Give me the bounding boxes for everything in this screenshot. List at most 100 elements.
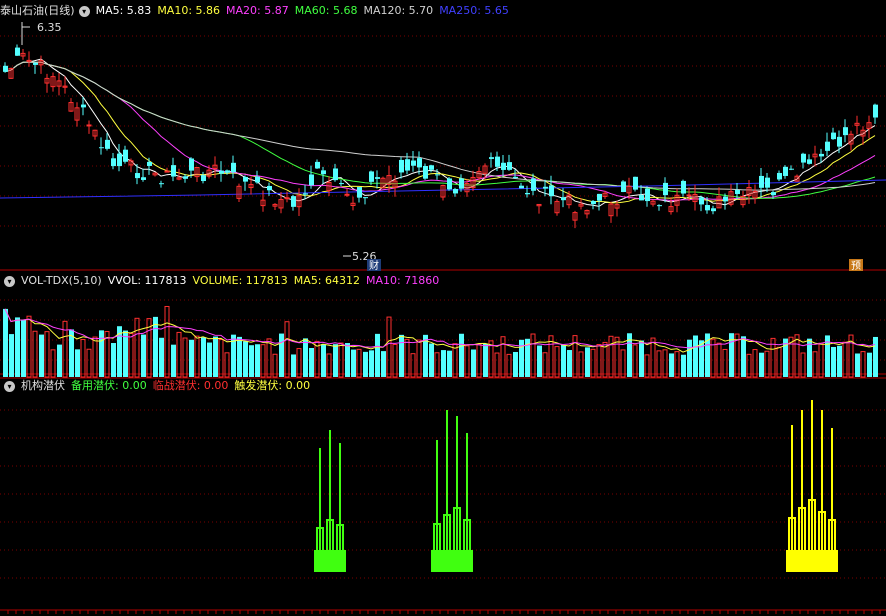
candle-body (525, 192, 530, 195)
candle-body (837, 136, 842, 147)
candle-body (243, 176, 248, 182)
candle-body (705, 205, 710, 211)
volume-bar (218, 339, 224, 378)
candle-body (507, 162, 512, 170)
candle-body (561, 197, 566, 201)
candle-body (633, 176, 638, 190)
volume-bar (9, 334, 14, 377)
candle-body (453, 188, 458, 194)
volume-bar (416, 339, 422, 378)
candle-body (309, 174, 314, 186)
volume-bar (249, 345, 254, 377)
signal-block (431, 550, 473, 572)
volume-bar (669, 353, 674, 377)
volume-bar (596, 343, 602, 378)
volume-bar (92, 336, 98, 378)
candle-body (411, 160, 416, 166)
volume-bar (867, 352, 872, 377)
candle-body (681, 180, 686, 194)
candle-body (819, 153, 824, 157)
volume-bar (464, 345, 470, 378)
volume-bar (194, 335, 200, 378)
volume-bar (375, 333, 380, 377)
volume-bar (260, 344, 266, 378)
volume-bar (578, 351, 584, 378)
volume-bar (513, 351, 518, 377)
volume-bar (75, 349, 80, 377)
volume-bar (333, 344, 338, 377)
volume-bar (255, 344, 260, 377)
candle-body (117, 153, 122, 167)
candle-body (843, 127, 848, 136)
candle-body (369, 171, 374, 182)
volume-bar (213, 336, 218, 377)
candle-body (219, 170, 224, 174)
chart-canvas[interactable]: 6.35 5.26 财 预 (0, 0, 886, 616)
candle-body (591, 200, 596, 205)
candle-body (135, 173, 140, 179)
volume-bar (3, 308, 8, 377)
volume-bar (21, 319, 26, 377)
volume-bar (57, 344, 62, 377)
candle-body (513, 176, 518, 179)
candle-body (531, 178, 536, 191)
candle-body (423, 166, 428, 179)
candle-body (765, 177, 770, 188)
volume-bar (80, 338, 86, 378)
volume-bar (614, 336, 620, 378)
volume-bar (189, 339, 194, 377)
candle-body (789, 168, 794, 170)
candle-body (333, 168, 338, 181)
volume-bar (759, 352, 764, 377)
ma-line (4, 61, 876, 202)
volume-bar (111, 343, 116, 377)
candle-body (519, 185, 524, 189)
candle-body (225, 170, 230, 173)
volume-bar (134, 317, 140, 378)
candle-body (459, 178, 464, 189)
volume-bar (237, 336, 242, 377)
volume-bar (483, 343, 488, 377)
candle-body (735, 190, 740, 195)
volume-bar (567, 350, 572, 377)
volume-bar (99, 330, 104, 377)
candle-body (255, 176, 260, 183)
volume-bar (345, 343, 350, 377)
finance-marker[interactable]: 财 (369, 259, 379, 272)
candle-body (231, 162, 236, 173)
volume-bar (404, 338, 410, 378)
candle-body (357, 187, 362, 198)
candle-body (267, 185, 272, 191)
candle-body (447, 178, 452, 190)
forecast-marker[interactable]: 预 (851, 260, 861, 272)
volume-bar (399, 334, 404, 377)
signal-block (786, 550, 838, 572)
volume-bar (392, 343, 398, 378)
candle-body (435, 174, 440, 176)
candle-body (201, 175, 206, 182)
volume-bar (650, 337, 656, 378)
volume-bar (201, 337, 206, 377)
volume-bar (447, 350, 452, 377)
volume-bar (656, 350, 662, 378)
signal-block (314, 550, 346, 572)
candle-body (15, 47, 20, 56)
volume-bar (141, 334, 146, 377)
candle-body (723, 196, 728, 202)
candle-body (86, 124, 92, 127)
candle-body (164, 170, 170, 173)
volume-bar (266, 338, 272, 378)
volume-bar (284, 321, 290, 378)
volume-bar (207, 342, 212, 377)
volume-bar (26, 315, 32, 378)
candle-body (489, 157, 494, 159)
volume-bar (764, 350, 770, 378)
candle-body (873, 104, 878, 118)
volume-bar (441, 350, 446, 377)
candle-body (597, 193, 602, 201)
volume-bar (309, 348, 314, 377)
candle-body (639, 195, 644, 201)
candle-body (657, 205, 662, 207)
volume-bar (50, 349, 56, 378)
candle-body (363, 197, 368, 199)
